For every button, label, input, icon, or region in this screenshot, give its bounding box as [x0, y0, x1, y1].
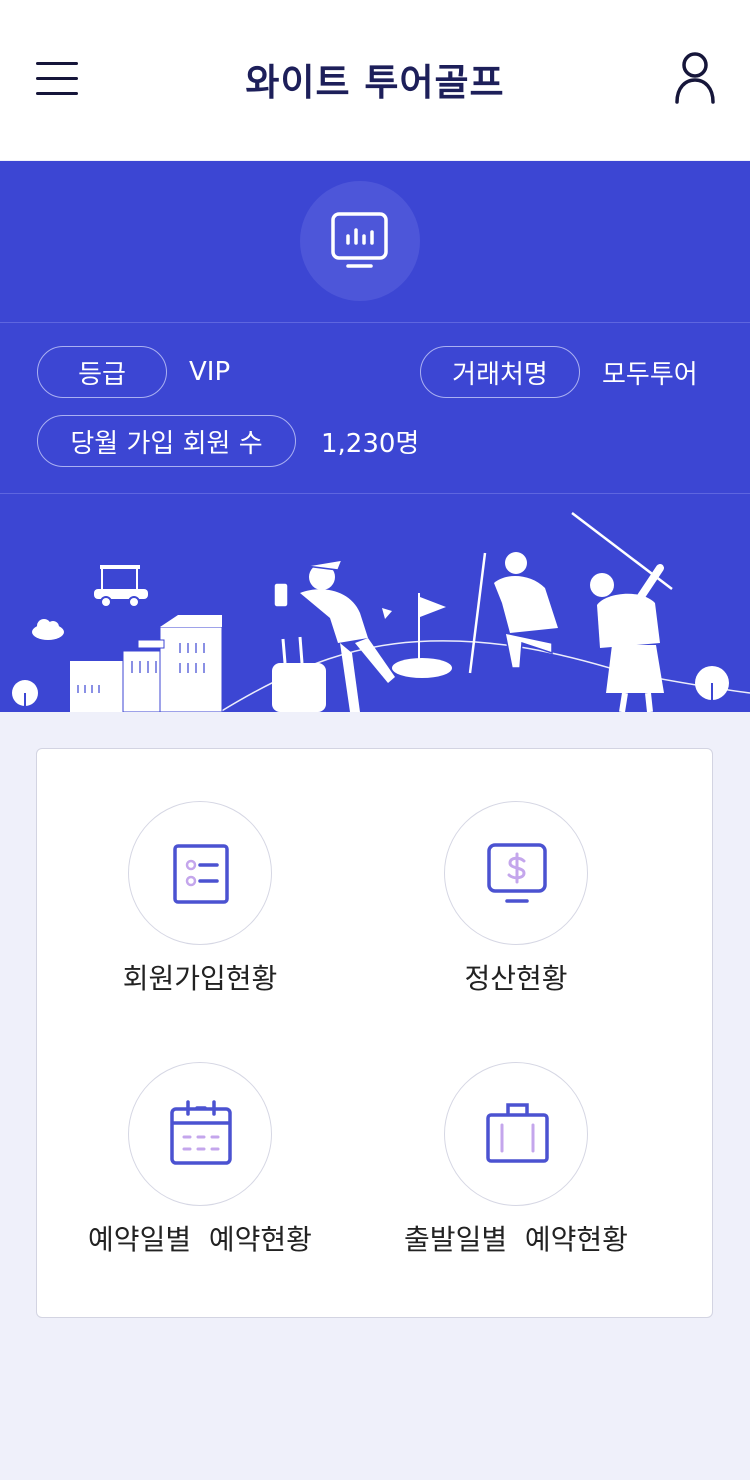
grade-label-badge: 등급 [37, 346, 167, 398]
reservation-by-booking-date-button[interactable] [128, 1062, 272, 1206]
member-list-icon [173, 844, 229, 904]
summary-panel: 등급 VIP 거래처명 모두투어 당월 가입 회원 수 1,230명 [0, 161, 750, 712]
app-header: 와이트 투어골프 [0, 0, 750, 160]
golf-tour-illustration [0, 493, 750, 712]
menu-item-label[interactable]: 회원가입현황 [50, 957, 350, 997]
dollar-monitor-icon [487, 843, 547, 903]
page-title: 와이트 투어골프 [245, 61, 505, 104]
suitcase-icon [486, 1103, 549, 1163]
monthly-members-value: 1,230명 [321, 428, 420, 459]
grade-value: VIP [189, 357, 231, 387]
monthly-members-label-badge: 당월 가입 회원 수 [37, 415, 296, 467]
divider [0, 322, 750, 323]
user-profile-icon[interactable] [674, 50, 716, 106]
chart-monitor-icon [300, 181, 420, 301]
menu-item-label[interactable]: 정산현황 [366, 957, 666, 997]
partner-label-badge: 거래처명 [420, 346, 580, 398]
menu-item-label[interactable]: 예약일별 예약현황 [50, 1218, 350, 1258]
menu-card: 회원가입현황 정산현황 예약일별 예약현황 출발일별 예약현황 [36, 748, 713, 1318]
settlement-status-button[interactable] [444, 801, 588, 945]
menu-item-label[interactable]: 출발일별 예약현황 [366, 1218, 666, 1258]
partner-value: 모두투어 [602, 359, 698, 390]
reservation-by-departure-date-button[interactable] [444, 1062, 588, 1206]
member-status-button[interactable] [128, 801, 272, 945]
calendar-icon [170, 1100, 232, 1165]
